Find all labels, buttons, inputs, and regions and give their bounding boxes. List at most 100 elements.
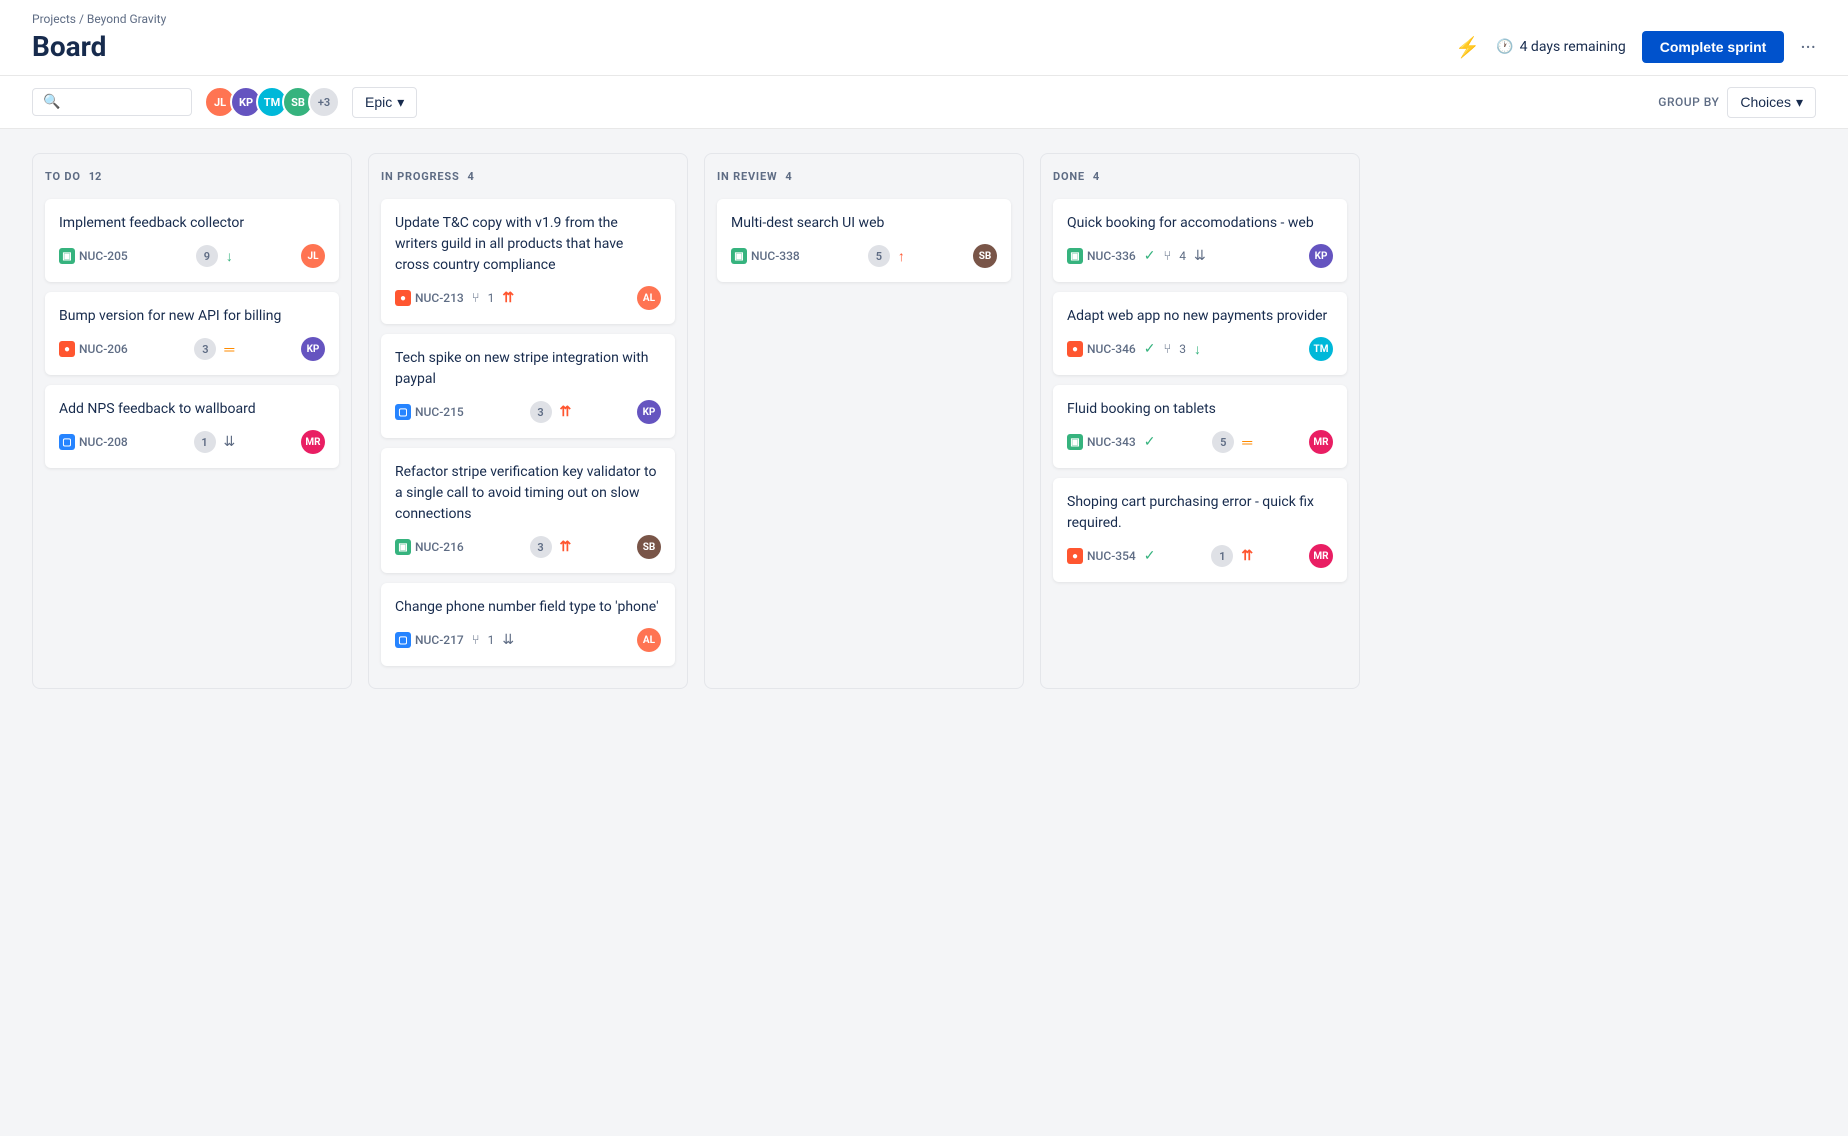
card-count: 3 <box>194 338 216 360</box>
issue-tag: ● NUC-213 <box>395 290 464 306</box>
issue-tag: ● NUC-346 <box>1067 341 1136 357</box>
search-box[interactable]: 🔍 <box>32 88 192 116</box>
issue-type-icon: ● <box>59 341 75 357</box>
card-title: Implement feedback collector <box>59 213 325 234</box>
card-count: 9 <box>196 245 218 267</box>
column-header: TO DO 12 <box>45 166 339 187</box>
assignee-avatar: TM <box>1309 337 1333 361</box>
issue-type-icon: ▣ <box>59 248 75 264</box>
column-header: IN REVIEW 4 <box>717 166 1011 187</box>
assignee-avatar: AL <box>637 628 661 652</box>
priority-icon: ↑ <box>898 248 905 265</box>
assignee-avatar: AL <box>637 286 661 310</box>
avatar-more[interactable]: +3 <box>308 86 340 118</box>
card-count: 5 <box>868 245 890 267</box>
column-header: IN PROGRESS 4 <box>381 166 675 187</box>
column-title: DONE <box>1053 170 1085 183</box>
search-input[interactable] <box>66 94 181 110</box>
priority-icon: ═ <box>1242 434 1252 451</box>
assignee-avatar: KP <box>1309 244 1333 268</box>
task-card[interactable]: Multi-dest search UI web ▣ NUC-338 5 ↑ S… <box>717 199 1011 282</box>
column-title: TO DO <box>45 170 81 183</box>
task-card[interactable]: Adapt web app no new payments provider ●… <box>1053 292 1347 375</box>
lightning-icon[interactable]: ⚡ <box>1455 35 1480 59</box>
branch-icon: ⑂ <box>1163 342 1171 357</box>
chevron-down-icon: ▾ <box>397 94 404 111</box>
chevron-down-icon: ▾ <box>1796 94 1803 111</box>
card-count: 3 <box>530 401 552 423</box>
card-meta: ● NUC-206 3 ═ KP <box>59 337 325 361</box>
card-title: Fluid booking on tablets <box>1067 399 1333 420</box>
board: TO DO 12 Implement feedback collector ▣ … <box>0 129 1848 713</box>
time-remaining: 🕐 4 days remaining <box>1496 39 1626 55</box>
column-inreview: IN REVIEW 4 Multi-dest search UI web ▣ N… <box>704 153 1024 689</box>
column-done: DONE 4 Quick booking for accomodations -… <box>1040 153 1360 689</box>
task-card[interactable]: Refactor stripe verification key validat… <box>381 448 675 573</box>
issue-id: NUC-213 <box>415 291 464 305</box>
card-meta: ▢ NUC-217 ⑂1 ⇊ AL <box>395 628 661 652</box>
issue-id: NUC-215 <box>415 405 464 419</box>
avatar-group: JL KP TM SB +3 <box>204 86 340 118</box>
priority-icon: ↓ <box>226 248 233 265</box>
issue-id: NUC-354 <box>1087 549 1136 563</box>
card-meta: ▣ NUC-343 ✓ 5 ═ MR <box>1067 430 1333 454</box>
card-title: Multi-dest search UI web <box>731 213 997 234</box>
priority-icon: ⇊ <box>502 632 514 648</box>
assignee-avatar: JL <box>301 244 325 268</box>
issue-tag: ▣ NUC-338 <box>731 248 800 264</box>
issue-tag: ▣ NUC-216 <box>395 539 464 555</box>
task-card[interactable]: Change phone number field type to 'phone… <box>381 583 675 666</box>
complete-sprint-button[interactable]: Complete sprint <box>1642 31 1785 63</box>
group-by-row: GROUP BY Choices ▾ <box>1658 87 1816 118</box>
branch-count: 3 <box>1179 342 1186 356</box>
task-card[interactable]: Implement feedback collector ▣ NUC-205 9… <box>45 199 339 282</box>
assignee-avatar: SB <box>973 244 997 268</box>
issue-type-icon: ▢ <box>395 632 411 648</box>
more-options-icon[interactable]: ··· <box>1800 35 1816 59</box>
task-card[interactable]: Quick booking for accomodations - web ▣ … <box>1053 199 1347 282</box>
issue-tag: ● NUC-206 <box>59 341 128 357</box>
assignee-avatar: MR <box>1309 430 1333 454</box>
task-card[interactable]: Tech spike on new stripe integration wit… <box>381 334 675 438</box>
card-meta: ▢ NUC-215 3 ⇈ KP <box>395 400 661 424</box>
task-card[interactable]: Update T&C copy with v1.9 from the write… <box>381 199 675 324</box>
issue-tag: ● NUC-354 <box>1067 548 1136 564</box>
branch-count: 1 <box>488 633 495 647</box>
choices-button[interactable]: Choices ▾ <box>1727 87 1816 118</box>
check-icon: ✓ <box>1144 548 1156 564</box>
card-meta: ▢ NUC-208 1 ⇊ MR <box>59 430 325 454</box>
card-meta: ▣ NUC-336 ✓ ⑂4 ⇊ KP <box>1067 244 1333 268</box>
task-card[interactable]: Fluid booking on tablets ▣ NUC-343 ✓ 5 ═… <box>1053 385 1347 468</box>
card-count: 1 <box>194 431 216 453</box>
task-card[interactable]: Shoping cart purchasing error - quick fi… <box>1053 478 1347 582</box>
card-meta: ▣ NUC-205 9 ↓ JL <box>59 244 325 268</box>
task-card[interactable]: Add NPS feedback to wallboard ▢ NUC-208 … <box>45 385 339 468</box>
card-meta: ● NUC-213 ⑂1 ⇈ AL <box>395 286 661 310</box>
column-count: 4 <box>1093 170 1099 183</box>
issue-tag: ▢ NUC-217 <box>395 632 464 648</box>
check-icon: ✓ <box>1144 434 1156 450</box>
task-card[interactable]: Bump version for new API for billing ● N… <box>45 292 339 375</box>
check-icon: ✓ <box>1144 248 1156 264</box>
issue-id: NUC-205 <box>79 249 128 263</box>
issue-id: NUC-343 <box>1087 435 1136 449</box>
issue-tag: ▣ NUC-343 <box>1067 434 1136 450</box>
issue-id: NUC-216 <box>415 540 464 554</box>
priority-icon: ⇈ <box>560 404 572 420</box>
assignee-avatar: KP <box>637 400 661 424</box>
priority-icon: ⇈ <box>502 290 514 306</box>
epic-filter-button[interactable]: Epic ▾ <box>352 87 417 118</box>
issue-tag: ▢ NUC-215 <box>395 404 464 420</box>
issue-id: NUC-208 <box>79 435 128 449</box>
issue-tag: ▣ NUC-205 <box>59 248 128 264</box>
toolbar: 🔍 JL KP TM SB +3 Epic ▾ GROUP BY Choices… <box>0 76 1848 129</box>
issue-id: NUC-336 <box>1087 249 1136 263</box>
column-title: IN PROGRESS <box>381 170 460 183</box>
issue-type-icon: ▣ <box>395 539 411 555</box>
check-icon: ✓ <box>1144 341 1156 357</box>
issue-type-icon: ▣ <box>1067 248 1083 264</box>
priority-icon: ═ <box>224 341 234 358</box>
card-title: Refactor stripe verification key validat… <box>395 462 661 525</box>
issue-tag: ▢ NUC-208 <box>59 434 128 450</box>
card-title: Bump version for new API for billing <box>59 306 325 327</box>
